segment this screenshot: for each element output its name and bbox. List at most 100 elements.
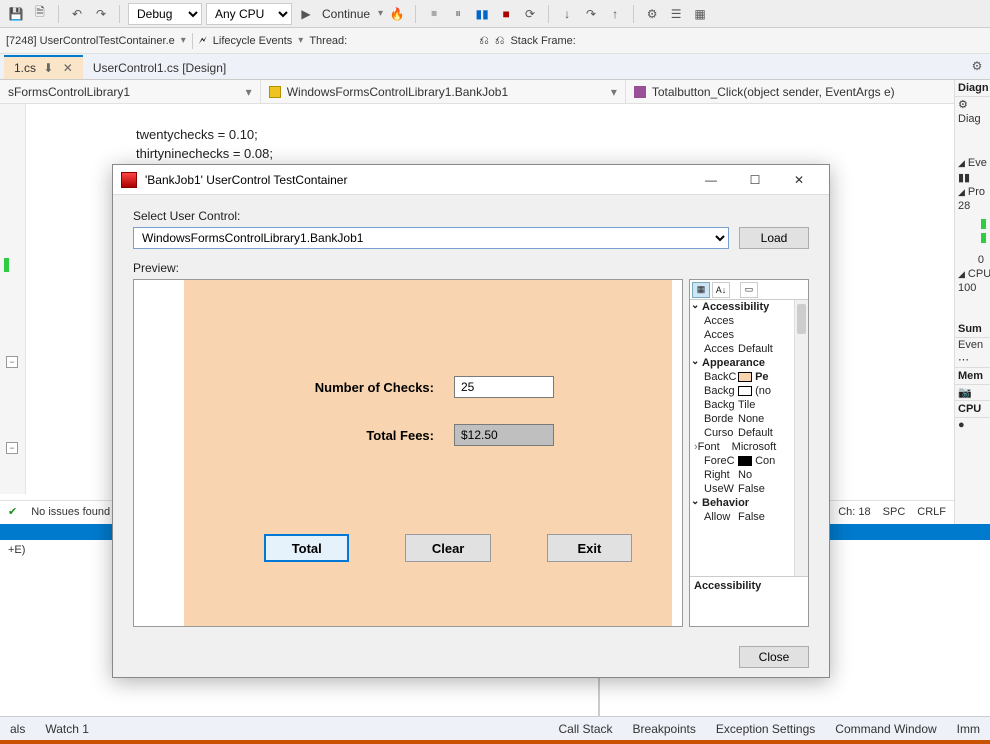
hot-reload-icon[interactable]: 🔥 (387, 4, 407, 24)
redo-icon[interactable]: ↷ (91, 4, 111, 24)
play-icon[interactable]: ▶ (296, 4, 316, 24)
close-button[interactable]: ✕ (777, 166, 821, 194)
exit-button[interactable]: Exit (547, 534, 632, 562)
ch-label: Ch: 18 (838, 506, 870, 518)
tab-callstack[interactable]: Call Stack (548, 718, 622, 740)
tool2-icon[interactable]: ☰ (666, 4, 686, 24)
chevron-down-icon[interactable]: ▾ (378, 8, 383, 19)
config-dropdown[interactable]: Debug (128, 3, 202, 25)
continue-label[interactable]: Continue (320, 7, 372, 21)
save-all-icon[interactable]: 🗎 (30, 4, 50, 24)
nav-method-label: Totalbutton_Click(object sender, EventAr… (652, 85, 895, 99)
checks-input[interactable] (454, 376, 554, 398)
load-button[interactable]: Load (739, 227, 809, 249)
pause-icon[interactable]: ▮▮ (472, 4, 492, 24)
categorized-icon[interactable]: ▦ (692, 282, 710, 298)
step-over-icon[interactable]: ↷ (581, 4, 601, 24)
chevron-down-icon[interactable]: ▾ (181, 35, 186, 46)
prop-row[interactable]: AllowFalse (690, 510, 808, 524)
total-button[interactable]: Total (264, 534, 349, 562)
pause-icon[interactable]: ▮▮ (955, 170, 990, 185)
separator (415, 5, 416, 23)
thread2-icon[interactable]: ⎌ (495, 33, 505, 48)
separator (633, 5, 634, 23)
chevron-down-icon[interactable]: ▾ (611, 85, 617, 99)
lifecycle-icon[interactable]: 🗲 (199, 33, 207, 48)
propgrid-toolbar: ▦ A↓ ▭ (690, 280, 808, 300)
events-label[interactable]: Even (955, 338, 990, 352)
tab-cs-file[interactable]: 1.cs ⬇ ✕ (4, 55, 83, 79)
prop-row[interactable]: Backg (no (690, 384, 808, 398)
propgrid-list[interactable]: Accessibility AccesAccesAccesDefault App… (690, 300, 808, 576)
nav-project[interactable]: sFormsControlLibrary1 ▾ (0, 80, 261, 103)
separator (192, 33, 193, 49)
select-uc-label: Select User Control: (133, 209, 809, 223)
cat-appearance[interactable]: Appearance (690, 356, 808, 370)
prop-row[interactable]: BackgTile (690, 398, 808, 412)
tab-als[interactable]: als (0, 718, 35, 740)
break-icon[interactable]: ⏸ (448, 4, 468, 24)
restart-icon[interactable]: ⟳ (520, 4, 540, 24)
debug-process-row: [7248] UserControlTestContainer.e ▾ 🗲 Li… (0, 28, 990, 54)
prop-row[interactable]: › FontMicrosoft (690, 440, 808, 454)
prop-row[interactable]: BackC Pe (690, 370, 808, 384)
prop-row[interactable]: AccesDefault (690, 342, 808, 356)
camera-icon[interactable]: 📷 (955, 385, 990, 400)
tab-label: 1.cs (14, 61, 36, 75)
tab-command[interactable]: Command Window (825, 718, 946, 740)
pin-icon[interactable]: ⬇ (43, 61, 53, 75)
step-out-icon[interactable]: ↑ (605, 4, 625, 24)
chevron-down-icon[interactable]: ▾ (298, 35, 303, 46)
save-icon[interactable]: 💾 (6, 4, 26, 24)
nav-class-label: WindowsFormsControlLibrary1.BankJob1 (287, 85, 508, 99)
prop-row[interactable]: RightNo (690, 468, 808, 482)
tab-immediate[interactable]: Imm (947, 718, 990, 740)
tab-designer[interactable]: UserControl1.cs [Design] (83, 57, 236, 79)
usercontrol-preview: Number of Checks: Total Fees: Total Clea… (133, 279, 683, 627)
stop-icon[interactable]: ⏹ (424, 4, 444, 24)
alphabetical-icon[interactable]: A↓ (712, 282, 730, 298)
process-header: ◢Pro (955, 185, 990, 199)
property-grid[interactable]: ▦ A↓ ▭ Accessibility AccesAccesAccesDefa… (689, 279, 809, 627)
thread-icon[interactable]: ⎌ (479, 33, 489, 48)
tool-icon[interactable]: ⚙ (642, 4, 662, 24)
step-into-icon[interactable]: ↓ (557, 4, 577, 24)
gear-icon[interactable]: ⚙ (955, 97, 990, 112)
tool3-icon[interactable]: ▦ (690, 4, 710, 24)
lifecycle-label[interactable]: Lifecycle Events (213, 35, 292, 47)
gear-icon[interactable]: ⚙ (968, 57, 986, 75)
prop-row[interactable]: CursoDefault (690, 426, 808, 440)
orange-footer (0, 740, 990, 744)
tab-exception[interactable]: Exception Settings (706, 718, 825, 740)
maximize-button[interactable]: ☐ (733, 166, 777, 194)
close-icon[interactable]: ✕ (63, 61, 73, 75)
process-label[interactable]: [7248] UserControlTestContainer.e (6, 35, 175, 47)
platform-dropdown[interactable]: Any CPU (206, 3, 292, 25)
undo-icon[interactable]: ↶ (67, 4, 87, 24)
dialog-titlebar[interactable]: 'BankJob1' UserControl TestContainer — ☐… (113, 165, 829, 195)
prop-row[interactable]: BordeNone (690, 412, 808, 426)
fold-icon[interactable]: − (6, 442, 18, 454)
fold-icon[interactable]: − (6, 356, 18, 368)
stop2-icon[interactable]: ■ (496, 4, 516, 24)
scrollbar[interactable] (794, 300, 808, 576)
nav-class[interactable]: WindowsFormsControlLibrary1.BankJob1 ▾ (261, 80, 626, 103)
prop-row[interactable]: Acces (690, 314, 808, 328)
property-pages-icon[interactable]: ▭ (740, 282, 758, 298)
usercontrol-select[interactable]: WindowsFormsControlLibrary1.BankJob1 (133, 227, 729, 249)
record-icon[interactable]: ● (955, 418, 990, 432)
cat-accessibility[interactable]: Accessibility (690, 300, 808, 314)
issues-label[interactable]: No issues found (31, 506, 110, 518)
clear-button[interactable]: Clear (405, 534, 490, 562)
prop-row[interactable]: ForeC Con (690, 454, 808, 468)
tab-breakpoints[interactable]: Breakpoints (623, 718, 706, 740)
tab-watch1[interactable]: Watch 1 (35, 718, 99, 740)
nav-project-label: sFormsControlLibrary1 (8, 85, 130, 99)
chevron-down-icon[interactable]: ▾ (246, 85, 252, 99)
cat-behavior[interactable]: Behavior (690, 496, 808, 510)
dialog-close-button[interactable]: Close (739, 646, 809, 668)
prop-row[interactable]: Acces (690, 328, 808, 342)
prop-row[interactable]: UseWFalse (690, 482, 808, 496)
nav-method[interactable]: Totalbutton_Click(object sender, EventAr… (626, 80, 990, 103)
minimize-button[interactable]: — (689, 166, 733, 194)
